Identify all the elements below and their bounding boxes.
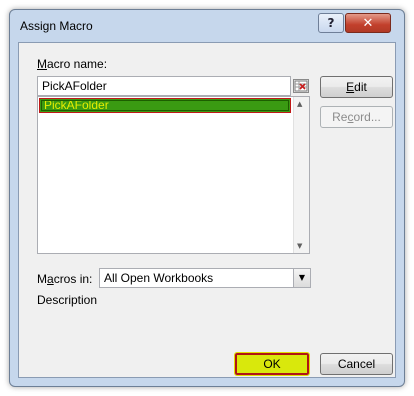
- title-bar: Assign Macro ? ✕: [10, 10, 404, 44]
- close-icon: ✕: [362, 15, 374, 31]
- macro-name-input[interactable]: PickAFolder: [37, 76, 309, 96]
- close-button[interactable]: ✕: [345, 13, 391, 33]
- edit-button[interactable]: Edit: [320, 76, 393, 98]
- question-mark-icon: ?: [327, 16, 335, 30]
- macro-name-value: PickAFolder: [42, 79, 107, 93]
- macros-in-value: All Open Workbooks: [104, 271, 214, 285]
- ok-button[interactable]: OK: [234, 352, 310, 376]
- dialog-title: Assign Macro: [20, 19, 93, 33]
- scroll-up-arrow-icon[interactable]: ▲: [297, 100, 302, 108]
- help-button[interactable]: ?: [318, 13, 344, 33]
- description-label: Description: [37, 293, 98, 307]
- scroll-down-arrow-icon[interactable]: ▼: [297, 242, 302, 250]
- vertical-scrollbar[interactable]: ▲ ▼: [293, 97, 309, 253]
- macros-in-dropdown[interactable]: All Open Workbooks ▼: [99, 268, 311, 288]
- macro-list[interactable]: PickAFolder ▲ ▼: [37, 96, 310, 254]
- macro-name-label: Macro name:: [37, 57, 108, 71]
- range-reference-icon: [294, 80, 308, 92]
- cancel-button[interactable]: Cancel: [320, 353, 393, 375]
- macros-in-label: Macros in:: [37, 272, 93, 286]
- collapse-dialog-button[interactable]: [293, 79, 309, 93]
- assign-macro-dialog: Assign Macro ? ✕ Macro name: PickAFolder: [9, 9, 405, 387]
- dropdown-arrow-icon[interactable]: ▼: [293, 269, 310, 287]
- dialog-body: Macro name: PickAFolder PickAFolder ▲ ▼ …: [18, 42, 396, 378]
- list-item[interactable]: PickAFolder: [39, 98, 291, 113]
- record-button[interactable]: Re c ord...: [320, 106, 393, 128]
